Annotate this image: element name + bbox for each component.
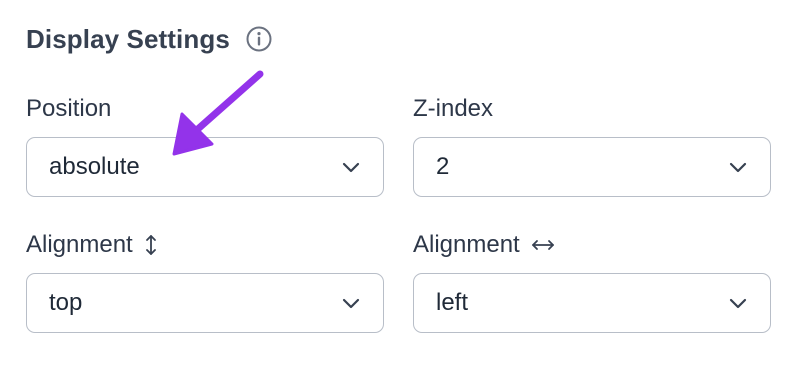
alignment-vertical-select[interactable]: top <box>26 273 384 333</box>
chevron-down-icon <box>726 291 750 315</box>
alignment-horizontal-label-row: Alignment <box>413 230 775 260</box>
z-index-label: Z-index <box>413 95 494 122</box>
display-settings-panel: Display Settings Position absolute Z-ind… <box>0 0 800 370</box>
alignment-vertical-select-value: top <box>49 289 83 316</box>
alignment-horizontal-field: Alignment left <box>413 230 775 333</box>
position-label-row: Position <box>26 94 388 124</box>
alignment-vertical-label-row: Alignment <box>26 230 388 260</box>
section-title: Display Settings <box>26 23 230 54</box>
z-index-field: Z-index 2 <box>413 94 775 197</box>
position-select[interactable]: absolute <box>26 137 384 197</box>
chevron-down-icon <box>339 155 363 179</box>
chevron-down-icon <box>726 155 750 179</box>
position-select-value: absolute <box>49 153 140 180</box>
alignment-horizontal-label: Alignment <box>413 231 520 258</box>
horizontal-arrows-icon <box>530 237 556 253</box>
alignment-horizontal-select-value: left <box>436 289 469 316</box>
alignment-horizontal-select[interactable]: left <box>413 273 771 333</box>
info-circle-icon[interactable] <box>244 24 274 54</box>
alignment-vertical-label: Alignment <box>26 231 133 258</box>
z-index-select-value: 2 <box>436 153 450 180</box>
section-header: Display Settings <box>26 22 274 56</box>
chevron-down-icon <box>339 291 363 315</box>
z-index-select[interactable]: 2 <box>413 137 771 197</box>
alignment-vertical-field: Alignment top <box>26 230 388 333</box>
position-label: Position <box>26 95 112 122</box>
vertical-arrows-icon <box>143 233 159 257</box>
position-field: Position absolute <box>26 94 388 197</box>
z-index-label-row: Z-index <box>413 94 775 124</box>
